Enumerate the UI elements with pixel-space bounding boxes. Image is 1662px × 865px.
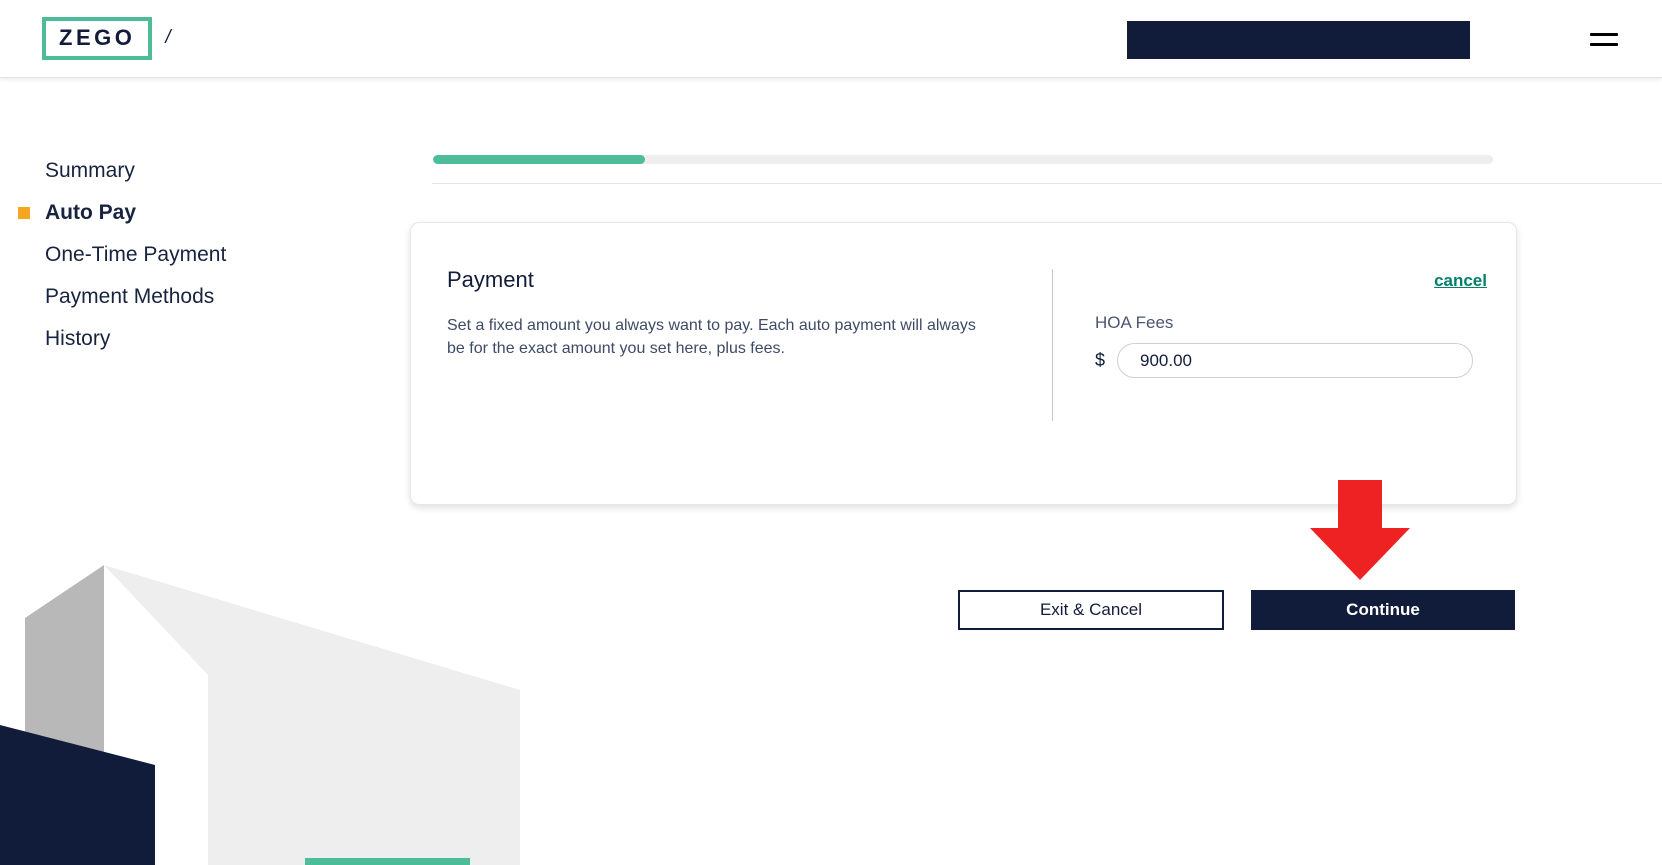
sidebar-item-label: One-Time Payment <box>45 243 227 266</box>
main-content: Payment Set a fixed amount you always wa… <box>410 78 1662 865</box>
sidebar-item-summary[interactable]: Summary <box>0 150 400 192</box>
app-header: ZEGO / <box>0 0 1662 78</box>
sidebar-item-auto-pay[interactable]: Auto Pay <box>0 192 400 234</box>
continue-button[interactable]: Continue <box>1251 590 1515 630</box>
sidebar-item-label: History <box>45 327 111 350</box>
sidebar-item-label: Summary <box>45 159 135 182</box>
card-vertical-divider <box>1052 269 1053 421</box>
zego-logo-text: ZEGO <box>59 25 136 50</box>
account-name-bar[interactable] <box>1127 21 1470 59</box>
sidebar-item-payment-methods[interactable]: Payment Methods <box>0 276 400 318</box>
amount-input-row: $ <box>1095 343 1487 378</box>
sidebar-item-label: Auto Pay <box>45 201 137 224</box>
progress-fill <box>433 155 645 164</box>
progress-track <box>433 155 1493 164</box>
progress-section <box>432 155 1662 184</box>
hamburger-menu-icon[interactable] <box>1590 25 1624 53</box>
zego-logo[interactable]: ZEGO <box>42 17 153 60</box>
payment-heading: Payment <box>447 267 534 292</box>
active-marker-icon <box>18 207 30 219</box>
menu-bar-bottom <box>1590 42 1618 46</box>
payment-card: Payment Set a fixed amount you always wa… <box>410 222 1517 505</box>
payment-card-left: Payment Set a fixed amount you always wa… <box>447 267 1037 360</box>
sidebar-item-label: Payment Methods <box>45 285 215 308</box>
cancel-link[interactable]: cancel <box>1095 271 1487 291</box>
payment-card-right: cancel HOA Fees $ <box>1095 271 1487 378</box>
menu-bar-top <box>1590 32 1618 36</box>
sidebar-nav: Summary Auto Pay One-Time Payment Paymen… <box>0 150 400 360</box>
amount-input[interactable] <box>1117 343 1474 378</box>
footer-actions: Exit & Cancel Continue <box>958 590 1515 630</box>
building-base-shape <box>0 725 155 865</box>
sidebar-item-one-time-payment[interactable]: One-Time Payment <box>0 234 400 276</box>
section-divider <box>432 183 1662 184</box>
sidebar-item-history[interactable]: History <box>0 318 400 360</box>
brand-block[interactable]: ZEGO / <box>42 17 171 60</box>
payment-description: Set a fixed amount you always want to pa… <box>447 317 976 357</box>
building-side-shape <box>25 565 104 755</box>
amount-field-label: HOA Fees <box>1095 313 1174 332</box>
exit-cancel-button[interactable]: Exit & Cancel <box>958 590 1224 630</box>
currency-symbol: $ <box>1095 350 1106 370</box>
breadcrumb-separator: / <box>165 26 171 48</box>
